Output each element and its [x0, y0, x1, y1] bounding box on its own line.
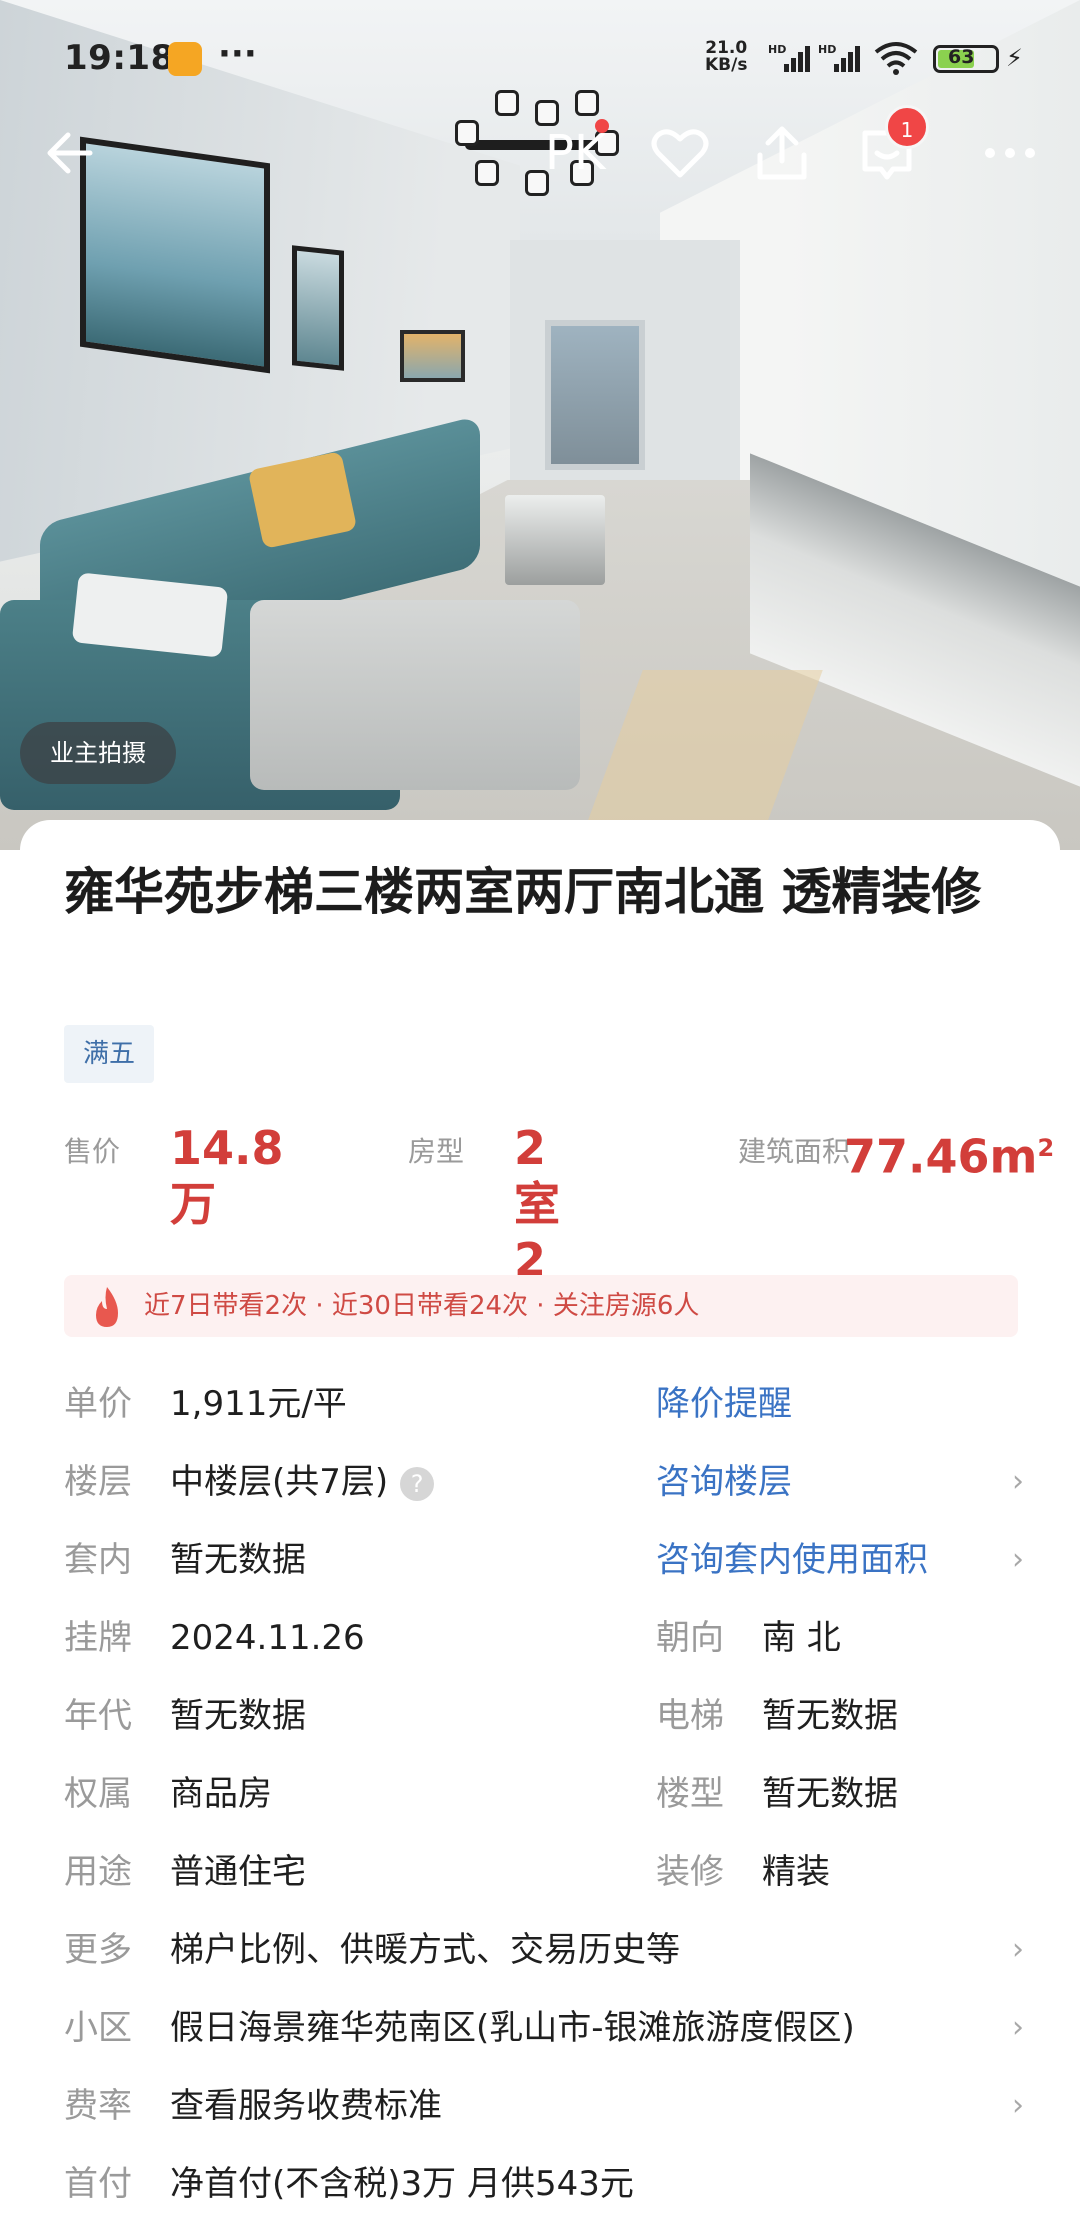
photo-ottoman	[250, 600, 580, 790]
chevron-right-icon[interactable]: ›	[1012, 1443, 1024, 1521]
flame-icon	[96, 1287, 118, 1327]
layout-label: 房型	[408, 1135, 465, 1168]
signal-icon-1: HD	[768, 43, 810, 72]
share-icon[interactable]	[750, 121, 814, 185]
price-label: 售价	[64, 1135, 121, 1168]
charging-icon: ⚡	[1006, 44, 1023, 72]
row-ownership-building: 权属 商品房 楼型 暂无数据	[64, 1774, 898, 1814]
row-down-payment[interactable]: 首付 净首付(不含税)3万 月供543元	[64, 2145, 1024, 2223]
photo-doorway	[545, 320, 645, 470]
photo-coffee-table	[505, 495, 605, 585]
tag-five-years: 满五	[64, 1025, 154, 1083]
row-inner-area: 套内 暂无数据 咨询套内使用面积 ›	[64, 1521, 1024, 1599]
row-floor: 楼层 中楼层(共7层)? 咨询楼层 ›	[64, 1443, 1024, 1521]
chevron-right-icon[interactable]: ›	[1012, 1911, 1024, 1989]
row-fee[interactable]: 费率 查看服务收费标准 ›	[64, 2067, 1024, 2145]
pk-compare-button[interactable]: PK	[545, 125, 605, 181]
area-value: 77.46m2	[844, 1129, 1055, 1184]
chevron-right-icon[interactable]: ›	[1012, 1989, 1024, 2067]
popularity-text: 近7日带看2次 · 近30日带看24次 · 关注房源6人	[144, 1291, 700, 1321]
popularity-banner: 近7日带看2次 · 近30日带看24次 · 关注房源6人	[64, 1275, 1018, 1337]
chevron-right-icon[interactable]: ›	[1012, 2067, 1024, 2145]
svg-text:HD: HD	[768, 43, 786, 56]
battery-level: 63	[948, 46, 975, 68]
owner-photo-tag: 业主拍摄	[20, 722, 176, 784]
photo-painting-small	[292, 245, 344, 371]
area-label: 建筑面积	[738, 1135, 851, 1168]
status-bar: 19:18 ··· 21.0 KB/s HD HD 63 ⚡	[0, 0, 1080, 115]
ask-inner-area-link[interactable]: 咨询套内使用面积	[656, 1521, 928, 1599]
row-unit-price: 单价 1,911元/平 降价提醒	[64, 1365, 1024, 1443]
network-speed: 21.0 KB/s	[705, 38, 748, 75]
notification-app-icon	[168, 42, 202, 76]
status-time: 19:18	[64, 38, 175, 78]
row-usage-decoration: 用途 普通住宅 装修 精装	[64, 1852, 830, 1892]
price-alert-link[interactable]: 降价提醒	[656, 1365, 792, 1443]
listing-detail-card: 雍华苑步梯三楼两室两厅南北通 透精装修 满五 14.8万 售价 2室2厅 房型 …	[20, 820, 1060, 2204]
message-badge: 1	[885, 105, 929, 149]
ask-floor-link[interactable]: 咨询楼层	[656, 1443, 792, 1521]
pk-indicator-dot	[595, 119, 609, 133]
listing-title: 雍华苑步梯三楼两室两厅南北通 透精装修	[64, 863, 982, 921]
price-value: 14.8万	[170, 1121, 284, 1231]
svg-text:HD: HD	[818, 43, 836, 56]
top-action-bar: PK 1	[0, 105, 1080, 185]
photo-painting-back	[400, 330, 465, 382]
row-community[interactable]: 小区 假日海景雍华苑南区(乳山市-银滩旅游度假区) ›	[64, 1989, 1024, 2067]
row-listed-orientation: 挂牌 2024.11.26 朝向 南 北	[64, 1618, 841, 1658]
floor-help-icon[interactable]: ?	[400, 1466, 435, 1501]
signal-icon-2: HD	[818, 43, 860, 72]
kpi-area: 77.46m2 建筑面积	[738, 1120, 1054, 1183]
wifi-icon	[874, 42, 918, 75]
kpi-price: 14.8万 售价	[64, 1120, 284, 1231]
status-more-icon: ···	[218, 34, 257, 74]
row-year-elevator: 年代 暂无数据 电梯 暂无数据	[64, 1696, 898, 1736]
kpi-layout: 2室2厅 房型	[408, 1120, 560, 1343]
favorite-heart-icon[interactable]	[648, 121, 712, 185]
more-options-icon[interactable]	[978, 121, 1042, 185]
property-details: 单价 1,911元/平 降价提醒 楼层 中楼层(共7层)? 咨询楼层 › 套内 …	[64, 1365, 1024, 2223]
back-arrow-icon[interactable]	[40, 123, 100, 183]
row-more[interactable]: 更多 梯户比例、供暖方式、交易历史等 ›	[64, 1911, 1024, 1989]
chevron-right-icon[interactable]: ›	[1012, 1521, 1024, 1599]
